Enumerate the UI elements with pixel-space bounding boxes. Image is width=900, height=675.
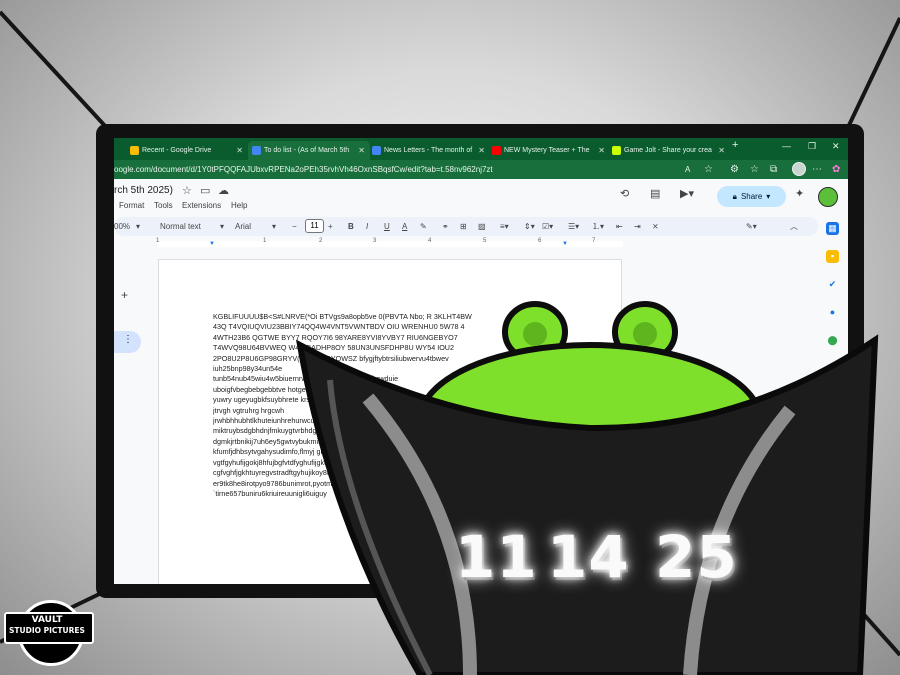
date-month: 11 <box>455 523 538 591</box>
foreground-illustration <box>296 301 879 675</box>
frog-eye-left <box>523 322 547 346</box>
logo-line-studio-pictures: STUDIO PICTURES <box>9 626 85 635</box>
vault-studio-pictures-logo: VAULT STUDIO PICTURES <box>4 598 94 670</box>
frog-eye-right <box>633 322 657 346</box>
date-year: 25 <box>655 523 738 591</box>
logo-line-vault: VAULT <box>31 615 63 625</box>
date-day: 14 <box>547 523 630 591</box>
